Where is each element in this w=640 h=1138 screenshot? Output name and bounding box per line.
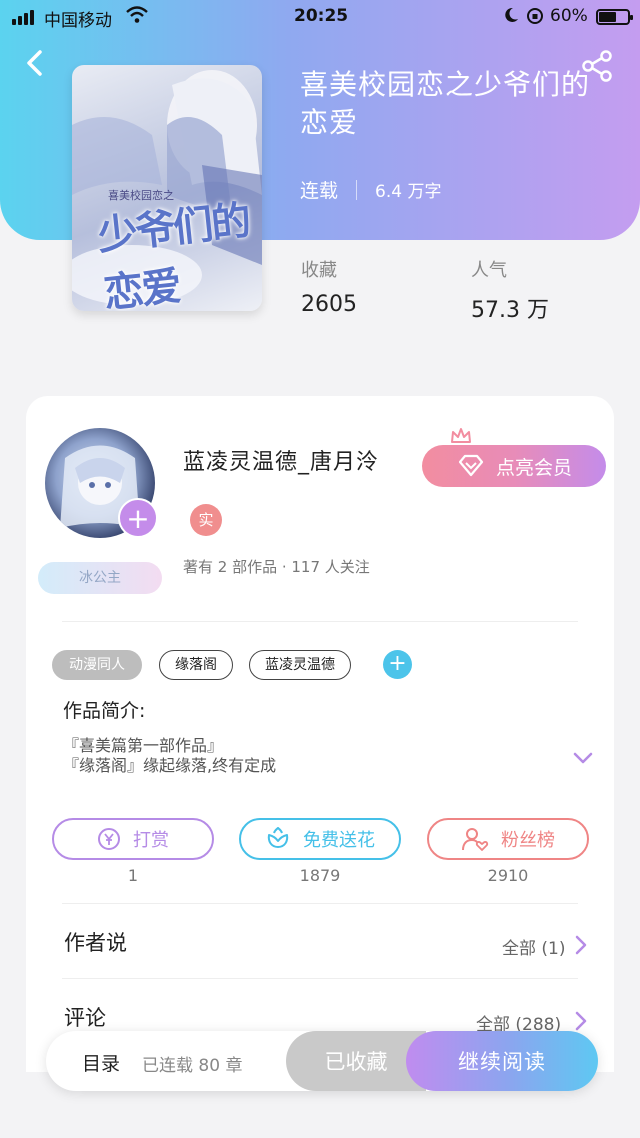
- chevron-right-icon[interactable]: [574, 934, 588, 956]
- stat-label: 人气: [471, 260, 507, 281]
- verified-badge: 实: [190, 504, 222, 536]
- flower-icon: [267, 827, 289, 848]
- author-says-all-link[interactable]: 全部 (1): [502, 934, 565, 959]
- stat-popularity: 人气 57.3 万: [471, 256, 549, 324]
- tag-item[interactable]: 蓝凌灵温德: [249, 650, 351, 680]
- vip-button[interactable]: 点亮会员: [422, 445, 606, 487]
- rotation-lock-icon: [526, 6, 544, 29]
- divider: [62, 621, 578, 622]
- author-name[interactable]: 蓝凌灵温德_唐月泠: [183, 444, 379, 476]
- diamond-icon: [458, 454, 484, 477]
- divider: [62, 903, 578, 904]
- tag-category[interactable]: 动漫同人: [52, 650, 142, 680]
- tip-count: 1: [127, 866, 139, 885]
- follow-button[interactable]: +: [118, 498, 158, 538]
- book-title: 喜美校园恋之少爷们的恋爱: [300, 68, 591, 139]
- crown-icon: [451, 428, 471, 443]
- catalog-button[interactable]: 目录: [82, 1049, 120, 1076]
- book-status: 连载: [300, 180, 339, 202]
- fan-rank-button[interactable]: 粉丝榜: [427, 818, 589, 860]
- comments-title[interactable]: 评论: [64, 1002, 106, 1032]
- expand-chevron-icon[interactable]: [572, 750, 594, 766]
- tip-button[interactable]: 打赏: [52, 818, 214, 860]
- flower-count: 1879: [299, 866, 341, 885]
- send-flower-button[interactable]: 免费送花: [239, 818, 401, 860]
- meta-separator: [356, 179, 358, 200]
- moon-icon: [503, 6, 519, 29]
- continue-reading-button[interactable]: 继续阅读: [406, 1031, 598, 1091]
- divider: [62, 978, 578, 979]
- intro-label: 作品简介:: [63, 700, 146, 722]
- word-count: 6.4 万字: [375, 182, 442, 202]
- author-meta: 著有 2 部作品 · 117 人关注: [183, 558, 370, 576]
- signal-icon: [12, 10, 34, 25]
- stat-value: 2605: [301, 292, 357, 317]
- fan-count: 2910: [487, 866, 529, 885]
- stat-label: 收藏: [301, 260, 337, 281]
- vip-button-label: 点亮会员: [495, 456, 572, 479]
- back-button[interactable]: [20, 46, 54, 80]
- tip-label: 打赏: [133, 830, 169, 851]
- book-meta: 连载 6.4 万字: [300, 176, 441, 203]
- title-badge: 冰公主: [38, 562, 162, 594]
- cover-title: 少爷们的恋爱: [95, 196, 252, 311]
- chevron-left-icon: [27, 50, 42, 76]
- fan-rank-label: 粉丝榜: [501, 830, 555, 851]
- battery-icon: [596, 9, 633, 25]
- chevron-right-icon[interactable]: [574, 1010, 588, 1032]
- status-bar: 中国移动 20:25 60%: [0, 0, 640, 34]
- carrier-name: 中国移动: [44, 11, 112, 31]
- yen-coin-icon: [98, 828, 120, 850]
- send-flower-label: 免费送花: [303, 830, 375, 851]
- favorited-button[interactable]: 已收藏: [286, 1031, 426, 1091]
- stat-favorites: 收藏 2605: [301, 256, 357, 317]
- intro-line: 『缘落阁』缘起缘落,终有定成: [63, 756, 277, 775]
- chapter-count: 已连载 80 章: [142, 1056, 243, 1076]
- book-cover[interactable]: 喜美校园恋之 少爷们的恋爱: [72, 65, 262, 311]
- author-says-title[interactable]: 作者说: [64, 927, 127, 957]
- stat-value: 57.3 万: [471, 298, 549, 323]
- clock: 20:25: [294, 6, 349, 26]
- tag-item[interactable]: 缘落阁: [159, 650, 233, 680]
- battery-percent: 60%: [550, 6, 588, 26]
- favorited-label: 已收藏: [324, 1050, 388, 1074]
- continue-reading-label: 继续阅读: [458, 1050, 546, 1074]
- add-tag-button[interactable]: +: [383, 650, 412, 679]
- wifi-icon: [126, 6, 148, 29]
- fan-rank-icon: [462, 828, 489, 851]
